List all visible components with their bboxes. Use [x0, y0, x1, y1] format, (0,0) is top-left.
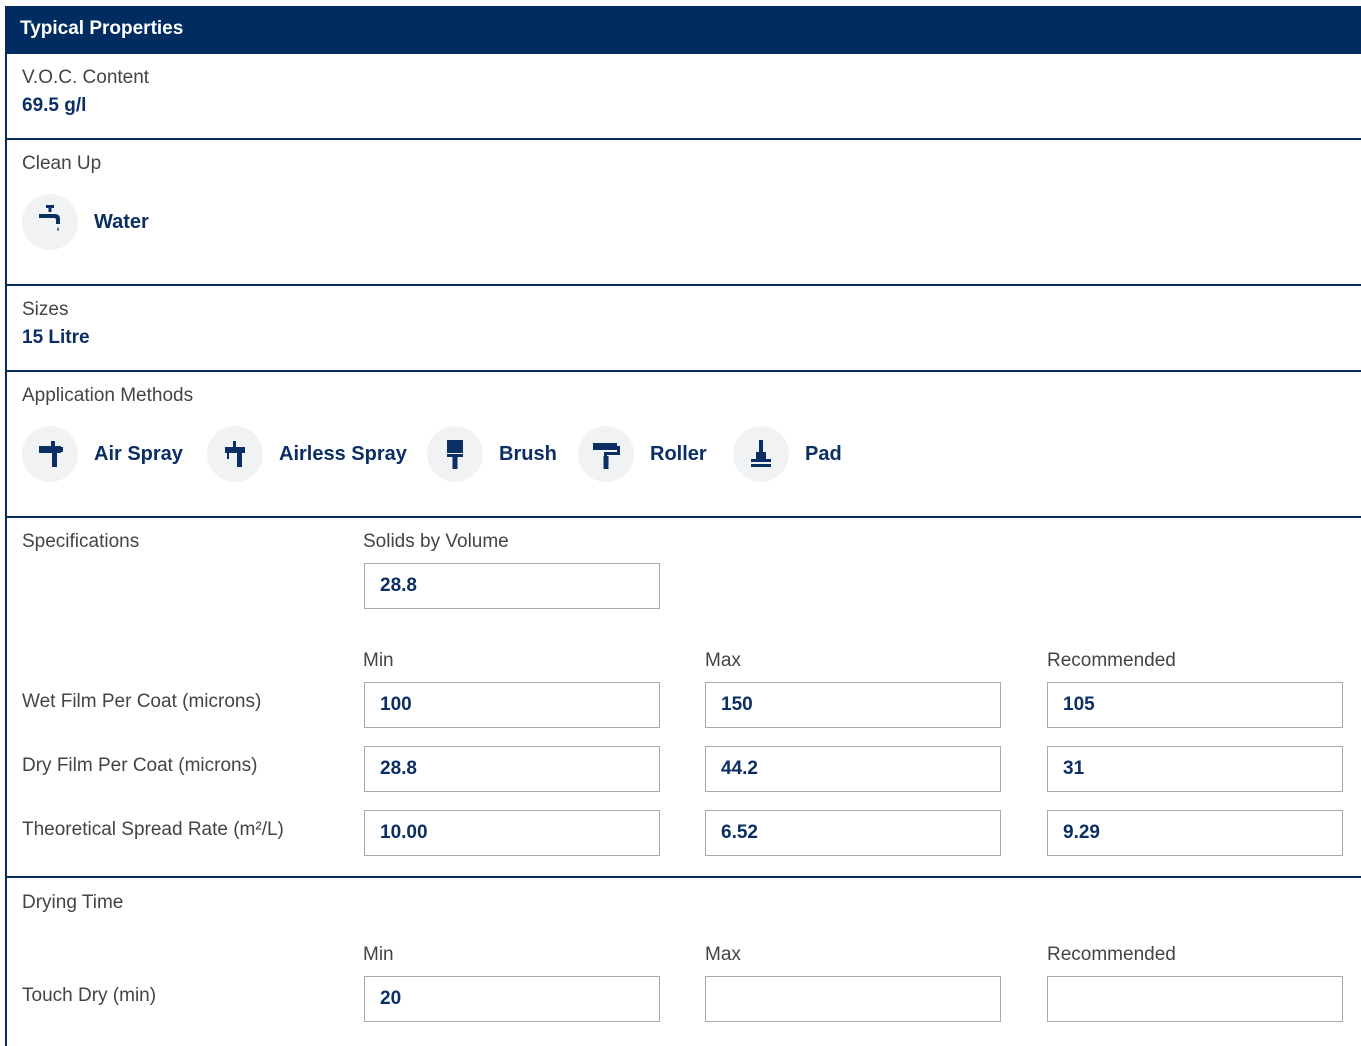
wet-film-min-field[interactable] [364, 682, 660, 728]
divider [7, 370, 1361, 372]
voc-value: 69.5 g/l [22, 95, 87, 116]
divider [7, 138, 1361, 140]
pad-icon [733, 426, 789, 482]
dry-film-max-field[interactable] [705, 746, 1001, 792]
spec-col-max-label: Max [705, 650, 741, 671]
spec-col-min-label: Min [363, 650, 394, 671]
method-airless-spray-label: Airless Spray [279, 443, 407, 465]
roller-icon [578, 426, 634, 482]
spread-rate-recommended-field[interactable] [1047, 810, 1343, 856]
airless-spray-gun-icon [207, 426, 263, 482]
panel-title: Typical Properties [20, 18, 184, 39]
cleanup-label: Clean Up [22, 153, 102, 174]
voc-label: V.O.C. Content [22, 67, 150, 88]
method-roller-label: Roller [650, 443, 707, 465]
drying-time-label: Drying Time [22, 892, 124, 913]
drying-col-recommended-label: Recommended [1047, 944, 1176, 965]
touch-dry-label: Touch Dry (min) [22, 985, 157, 1006]
spread-rate-max-field[interactable] [705, 810, 1001, 856]
divider [7, 516, 1361, 518]
divider [7, 876, 1361, 878]
drying-col-min-label: Min [363, 944, 394, 965]
spread-rate-label: Theoretical Spread Rate (m²/L) [22, 819, 284, 840]
panel-header: Typical Properties [7, 6, 1361, 54]
wet-film-recommended-field[interactable] [1047, 682, 1343, 728]
spread-rate-min-field[interactable] [364, 810, 660, 856]
dry-film-min-field[interactable] [364, 746, 660, 792]
drying-col-max-label: Max [705, 944, 741, 965]
spec-col-recommended-label: Recommended [1047, 650, 1176, 671]
solids-by-volume-label: Solids by Volume [363, 531, 509, 552]
touch-dry-recommended-field[interactable] [1047, 976, 1343, 1022]
touch-dry-min-field[interactable] [364, 976, 660, 1022]
typical-properties-panel: Typical Properties V.O.C. Content 69.5 g… [5, 6, 1361, 1046]
method-air-spray-label: Air Spray [94, 443, 183, 465]
divider [7, 284, 1361, 286]
dry-film-label: Dry Film Per Coat (microns) [22, 755, 258, 776]
dry-film-recommended-field[interactable] [1047, 746, 1343, 792]
specifications-label: Specifications [22, 531, 140, 552]
water-tap-icon [22, 194, 78, 250]
cleanup-water-label: Water [94, 211, 149, 233]
sizes-label: Sizes [22, 299, 69, 320]
application-methods-label: Application Methods [22, 385, 194, 406]
method-brush-label: Brush [499, 443, 557, 465]
touch-dry-max-field[interactable] [705, 976, 1001, 1022]
wet-film-label: Wet Film Per Coat (microns) [22, 691, 262, 712]
brush-icon [427, 426, 483, 482]
wet-film-max-field[interactable] [705, 682, 1001, 728]
sizes-value: 15 Litre [22, 327, 90, 348]
method-pad-label: Pad [805, 443, 842, 465]
solids-by-volume-field[interactable] [364, 563, 660, 609]
air-spray-gun-icon [22, 426, 78, 482]
